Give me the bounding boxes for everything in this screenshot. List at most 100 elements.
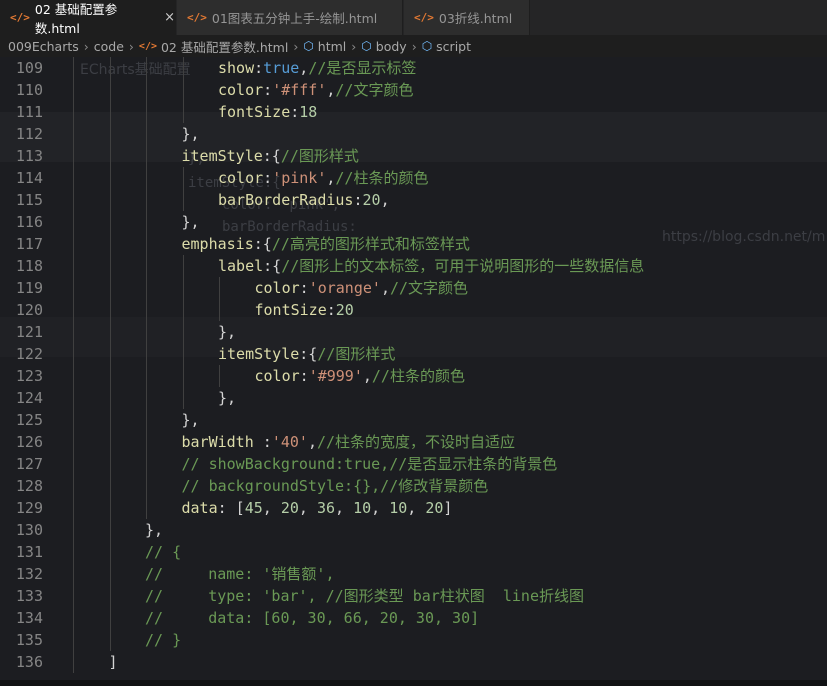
code-line: 133 // type: 'bar', //图形类型 bar柱状图 line折线图 <box>0 585 827 607</box>
code-text: color:'#fff',//文字颜色 <box>218 79 413 101</box>
code-token: // showBackground:true,//是否显示柱条的背景色 <box>181 455 558 473</box>
line-number: 110 <box>15 81 43 99</box>
code-token: true <box>263 59 300 77</box>
code-line: 136] <box>0 651 827 673</box>
line-number: 114 <box>15 169 43 187</box>
code-text: // data: [60, 30, 66, 20, 30, 30] <box>145 607 479 629</box>
code-token: '40' <box>271 433 308 451</box>
code-token: emphasis <box>181 235 254 253</box>
code-text: // type: 'bar', //图形类型 bar柱状图 line折线图 <box>145 585 584 607</box>
line-number: 129 <box>15 499 43 517</box>
code-token: // name: '销售额', <box>145 565 335 583</box>
code-token: show <box>218 59 255 77</box>
tab-02-basic-config[interactable]: </> 02 基础配置参数.html × <box>0 0 176 36</box>
breadcrumb-item-html[interactable]: html <box>318 39 346 54</box>
line-number: 118 <box>15 257 43 275</box>
code-text: barBorderRadius:20, <box>218 189 390 211</box>
code-token: 45 <box>244 499 263 517</box>
chevron-right-icon: › <box>83 38 89 54</box>
code-token: 10 <box>353 499 372 517</box>
cube-icon: ⬡ <box>421 39 433 53</box>
tab-01-chart-quickstart[interactable]: </> 01图表五分钟上手-绘制.html <box>177 0 403 35</box>
code-token: //高亮的图形样式和标签样式 <box>271 235 470 253</box>
code-line: 112}, <box>0 123 827 145</box>
line-number: 124 <box>15 389 43 407</box>
line-number: 121 <box>15 323 43 341</box>
code-token: //图形上的文本标签，可用于说明图形的一些数据信息 <box>281 257 645 275</box>
code-text: }, <box>182 123 200 145</box>
code-line: 115 barBorderRadius:20, <box>0 189 827 211</box>
code-text: data: [45, 20, 36, 10, 10, 20] <box>182 497 453 519</box>
code-token: : <box>299 279 309 297</box>
tab-label: 01图表五分钟上手-绘制.html <box>211 11 378 26</box>
code-text: // name: '销售额', <box>145 563 335 585</box>
code-line: 128 // backgroundStyle:{},//修改背景颜色 <box>0 475 827 497</box>
code-line: 116}, <box>0 211 827 233</box>
close-icon[interactable]: × <box>164 10 175 25</box>
code-token: ] <box>443 499 453 517</box>
chevron-right-icon: › <box>351 38 357 54</box>
code-line: 132 // name: '销售额', <box>0 563 827 585</box>
breadcrumb-item-body[interactable]: body <box>376 39 407 54</box>
line-number: 116 <box>15 213 43 231</box>
html-file-icon: </> <box>187 11 207 24</box>
cube-icon: ⬡ <box>361 39 372 53</box>
code-text: ] <box>109 651 118 673</box>
code-line: 130}, <box>0 519 827 541</box>
breadcrumb-item-script[interactable]: script <box>436 39 471 54</box>
code-line: 117 emphasis:{//高亮的图形样式和标签样式 <box>0 233 827 255</box>
line-number: 134 <box>15 609 43 627</box>
code-token: : <box>290 103 300 121</box>
chevron-right-icon: › <box>128 38 134 54</box>
code-token: 20 <box>425 499 444 517</box>
code-text: color:'orange',//文字颜色 <box>255 277 469 299</box>
code-token: , <box>380 191 390 209</box>
tab-bar: </> 02 基础配置参数.html × </> 01图表五分钟上手-绘制.ht… <box>0 0 827 36</box>
code-token: 20 <box>335 301 354 319</box>
code-line: 111 fontSize:18 <box>0 101 827 123</box>
line-number: 131 <box>15 543 43 561</box>
code-token: 'pink' <box>272 169 327 187</box>
tab-03-line[interactable]: </> 03折线.html <box>404 0 530 35</box>
breadcrumb-item-project[interactable]: 009Echarts <box>8 39 79 54</box>
code-line: 122 itemStyle:{//图形样式 <box>0 343 827 365</box>
code-token: : <box>299 367 309 385</box>
line-number: 136 <box>15 653 43 671</box>
code-token: 36 <box>316 499 336 517</box>
code-token: color <box>218 81 264 99</box>
code-token: , <box>298 499 317 517</box>
breadcrumb-item-file[interactable]: 02 基础配置参数.html <box>161 37 288 56</box>
line-number: 115 <box>15 191 43 209</box>
line-number: 120 <box>15 301 43 319</box>
code-token: // { <box>145 543 182 561</box>
code-token: //柱条的颜色 <box>335 169 429 187</box>
line-number: 130 <box>15 521 43 539</box>
code-token: }, <box>145 521 164 539</box>
code-token: color <box>218 169 264 187</box>
code-text: }, <box>218 321 236 343</box>
code-text: emphasis:{//高亮的图形样式和标签样式 <box>182 233 470 255</box>
code-token: }, <box>218 389 237 407</box>
code-line: 125}, <box>0 409 827 431</box>
line-number: 135 <box>15 631 43 649</box>
code-token: itemStyle <box>181 147 263 165</box>
breadcrumb-item-folder[interactable]: code <box>94 39 124 54</box>
line-number: 132 <box>15 565 43 583</box>
code-token: : <box>254 59 264 77</box>
breadcrumb: 009Echarts › code › </> 02 基础配置参数.html ›… <box>0 35 827 57</box>
code-line: 135 // } <box>0 629 827 651</box>
code-token: //图形样式 <box>280 147 359 165</box>
code-text: fontSize:20 <box>255 299 354 321</box>
code-token: , <box>362 367 372 385</box>
code-token: // backgroundStyle:{},//修改背景颜色 <box>181 477 489 495</box>
code-text: // { <box>145 541 181 563</box>
code-text: }, <box>218 387 236 409</box>
code-line: 119 color:'orange',//文字颜色 <box>0 277 827 299</box>
code-editor[interactable]: ECharts基础配置 https://blog.csdn.net/m }, i… <box>0 57 827 686</box>
code-text: color:'pink',//柱条的颜色 <box>218 167 428 189</box>
code-text: itemStyle:{//图形样式 <box>182 145 359 167</box>
code-token: , <box>307 433 317 451</box>
code-token: //柱条的颜色 <box>371 367 465 385</box>
code-line: 114 color:'pink',//柱条的颜色 <box>0 167 827 189</box>
tab-label: 02 基础配置参数.html <box>34 1 118 36</box>
